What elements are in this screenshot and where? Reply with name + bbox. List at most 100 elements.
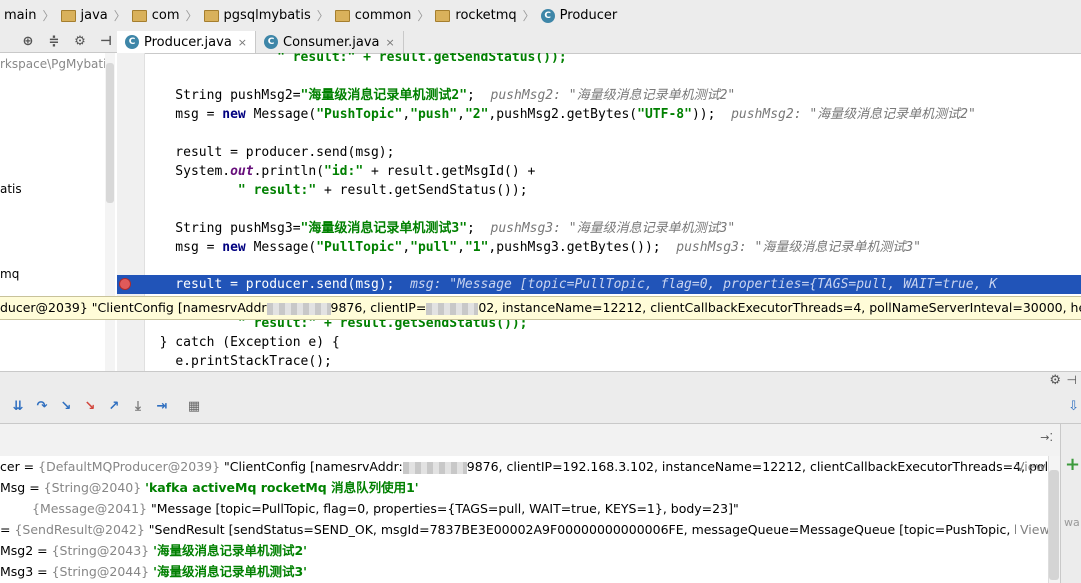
code-line: " result:" + result.getSendStatus());	[277, 53, 567, 65]
show-execution-point-icon[interactable]: ⇊	[8, 396, 28, 416]
step-into-icon[interactable]: ↘	[56, 396, 76, 416]
debug-toolbar: ⇊ ↷ ↘ ↘ ↗ ⤓ ⇥ ▦ ⇩	[0, 389, 1081, 424]
evaluate-expression-icon[interactable]: ▦	[184, 396, 204, 416]
chevron-right-icon: 〉	[316, 9, 329, 23]
inline-debug-hint: msg: "Message [topic=PullTopic, flag=0, …	[410, 277, 998, 292]
value-tooltip[interactable]: ducer@2039} "ClientConfig [namesrvAddr 98…	[0, 296, 1081, 320]
breakpoint-icon[interactable]	[119, 278, 131, 290]
variable-name: Msg2	[0, 543, 34, 558]
breadcrumb-item-rocketmq[interactable]: rocketmq	[431, 0, 520, 31]
gear-icon[interactable]: ⚙	[1049, 373, 1061, 388]
view-link[interactable]: View	[1016, 456, 1046, 477]
variable-row[interactable]: {Message@2041} "Message [topic=PullTopic…	[32, 498, 739, 519]
tab-label: Consumer.java	[283, 34, 380, 50]
variable-type: {String@2044}	[51, 564, 150, 579]
inline-debug-hint: pushMsg3: "海量级消息记录单机测试3"	[490, 221, 736, 236]
variable-type: {SendResult@2042}	[14, 522, 145, 537]
breadcrumb-label: main	[4, 8, 37, 23]
editor-tabs: C Producer.java × C Consumer.java ×	[117, 31, 1081, 54]
variable-value: '海量级消息记录单机测试2'	[153, 543, 307, 558]
drop-frame-icon[interactable]: ⤓	[128, 396, 148, 416]
breadcrumb: main 〉 java 〉 com 〉 pgsqlmybatis 〉 commo…	[0, 0, 1081, 32]
variable-value: 9876, clientIP=192.168.3.102, instanceNa…	[466, 459, 1048, 474]
variable-type: {String@2040}	[43, 480, 142, 495]
breadcrumb-item-pgsqlmybatis[interactable]: pgsqlmybatis	[200, 0, 315, 31]
breadcrumb-item-common[interactable]: common	[331, 0, 416, 31]
variable-name: cer	[0, 459, 20, 474]
close-icon[interactable]: ×	[385, 36, 394, 49]
code-line: e.printStackTrace();	[175, 354, 332, 369]
folder-icon	[203, 9, 219, 22]
class-icon: C	[264, 35, 279, 49]
step-over-icon[interactable]: ↷	[32, 396, 52, 416]
code-line: } catch (Exception e) {	[159, 335, 340, 350]
variable-name: Msg3	[0, 564, 34, 579]
collapse-icon[interactable]: ≑	[44, 32, 64, 52]
redacted-block	[426, 302, 479, 315]
breadcrumb-item-main[interactable]: main	[0, 0, 40, 31]
folder-icon	[334, 9, 350, 22]
chevron-right-icon: 〉	[522, 9, 535, 23]
breadcrumb-item-com[interactable]: com	[128, 0, 184, 31]
editor-gutter[interactable]	[117, 53, 145, 371]
hide-icon[interactable]: ⊣	[1067, 373, 1077, 387]
tooltip-text: 9876, clientIP=	[330, 300, 427, 315]
variable-type: {DefaultMQProducer@2039}	[38, 459, 221, 474]
chevron-right-icon: 〉	[42, 9, 55, 23]
current-execution-line: result = producer.send(msg); msg: "Messa…	[144, 275, 1081, 294]
variable-type: {String@2043}	[51, 543, 150, 558]
variable-type: {Message@2041}	[32, 501, 148, 516]
code-line: msg = new Message("PullTopic","pull","1"…	[144, 240, 922, 255]
view-link[interactable]: View	[1016, 519, 1048, 540]
variable-row[interactable]: Msg2 = {String@2043} '海量级消息记录单机测试2'	[0, 540, 307, 561]
locate-icon[interactable]: ⊕	[18, 32, 38, 52]
variables-list[interactable]: cer = {DefaultMQProducer@2039} "ClientCo…	[0, 456, 1048, 583]
add-watch-icon[interactable]: +	[1065, 454, 1080, 475]
force-step-into-icon[interactable]: ↘	[80, 396, 100, 416]
code-line: String pushMsg3="海量级消息记录单机测试3"; pushMsg3…	[144, 221, 736, 236]
close-icon[interactable]: ×	[238, 36, 247, 49]
redacted-block	[402, 461, 467, 474]
variable-value: 'kafka activeMq rocketMq 消息队列使用1'	[145, 480, 419, 495]
tab-producer[interactable]: C Producer.java ×	[117, 31, 257, 53]
variable-value: "Message [topic=PullTopic, flag=0, prope…	[151, 501, 739, 516]
hide-icon[interactable]: ⊣	[96, 32, 116, 52]
variable-row[interactable]: = {SendResult@2042} "SendResult [sendSta…	[0, 519, 1048, 540]
restore-layout-icon[interactable]: ⇩	[1068, 399, 1079, 414]
code-line: String pushMsg2="海量级消息记录单机测试2"; pushMsg2…	[144, 88, 736, 103]
breadcrumb-label: com	[151, 8, 180, 23]
run-to-cursor-icon[interactable]: ⇥	[152, 396, 172, 416]
gear-icon[interactable]: ⚙	[70, 32, 90, 52]
project-path[interactable]: rkspace\PgMybati	[0, 57, 106, 71]
tooltip-text: 02, instanceName=12212, clientCallbackEx…	[478, 300, 1081, 315]
class-icon: C	[540, 8, 555, 23]
chevron-right-icon: 〉	[417, 9, 430, 23]
variable-row[interactable]: Msg = {String@2040} 'kafka activeMq rock…	[0, 477, 419, 498]
code-line: " result:" + result.getSendStatus());	[237, 183, 528, 198]
watches-label: wa	[1064, 516, 1080, 529]
inline-debug-hint: pushMsg3: "海量级消息记录单机测试3"	[676, 240, 922, 255]
scrollbar-thumb[interactable]	[1049, 470, 1059, 580]
breadcrumb-item-java[interactable]: java	[57, 0, 112, 31]
class-icon: C	[125, 35, 139, 49]
tree-item[interactable]: mq	[0, 267, 19, 281]
breadcrumb-label: rocketmq	[455, 8, 517, 23]
step-out-icon[interactable]: ↗	[104, 396, 124, 416]
debug-header: ⚙ ⊣	[0, 371, 1081, 390]
variable-row[interactable]: cer = {DefaultMQProducer@2039} "ClientCo…	[0, 456, 1048, 477]
tab-consumer[interactable]: C Consumer.java ×	[256, 31, 404, 53]
code-line: result = producer.send(msg);	[144, 145, 395, 160]
variables-header: →⁚	[0, 424, 1081, 457]
scrollbar-thumb[interactable]	[106, 63, 114, 203]
breadcrumb-item-producer[interactable]: C Producer	[537, 0, 622, 31]
code-editor[interactable]: " result:" + result.getSendStatus()); St…	[144, 53, 1081, 371]
variable-value: "ClientConfig [namesrvAddr:	[224, 459, 403, 474]
breadcrumb-label: java	[80, 8, 108, 23]
variable-value: '海量级消息记录单机测试3'	[153, 564, 307, 579]
collapse-arrow-icon[interactable]: →⁚	[1040, 431, 1053, 444]
variable-row[interactable]: Msg3 = {String@2044} '海量级消息记录单机测试3'	[0, 561, 307, 582]
tab-label: Producer.java	[144, 34, 232, 50]
tree-item[interactable]: atis	[0, 182, 22, 196]
folder-icon	[60, 9, 76, 22]
tree-scrollbar[interactable]	[105, 53, 115, 371]
